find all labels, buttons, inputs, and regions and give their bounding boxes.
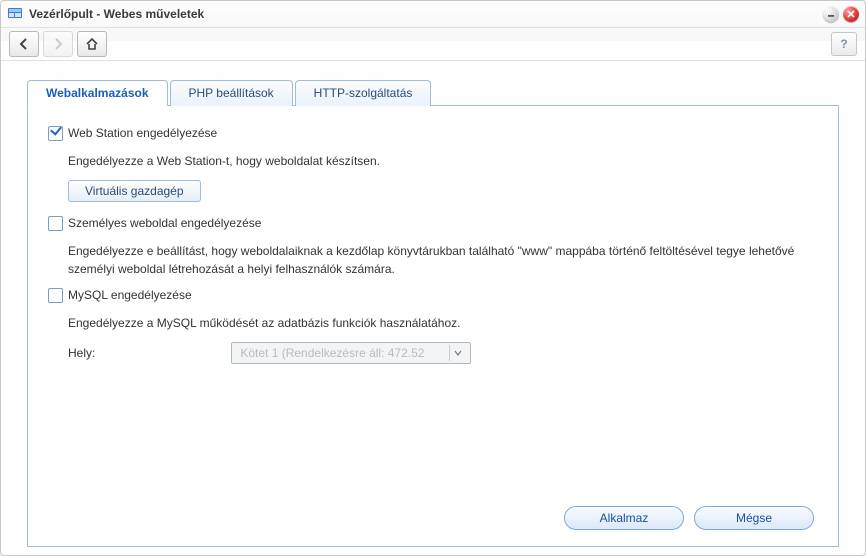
tab-php-settings[interactable]: PHP beállítások xyxy=(170,80,293,106)
label-personal-site: Személyes weboldal engedélyezése xyxy=(68,216,261,230)
window-controls xyxy=(823,6,859,22)
option-mysql: MySQL engedélyezése xyxy=(48,288,818,306)
option-personal-site: Személyes weboldal engedélyezése xyxy=(48,216,818,234)
help-button[interactable]: ? xyxy=(831,32,857,56)
window: Vezérlőpult - Webes műveletek ? xyxy=(0,0,866,556)
cancel-button[interactable]: Mégse xyxy=(694,506,814,530)
content: Webalkalmazások PHP beállítások HTTP-szo… xyxy=(1,61,865,555)
desc-webstation: Engedélyezze a Web Station-t, hogy webol… xyxy=(68,152,818,170)
tab-http-service[interactable]: HTTP-szolgáltatás xyxy=(295,80,432,106)
label-location: Hely: xyxy=(68,346,228,360)
forward-button[interactable] xyxy=(43,31,73,57)
tab-webapps[interactable]: Webalkalmazások xyxy=(27,80,168,106)
back-button[interactable] xyxy=(9,31,39,57)
window-title: Vezérlőpult - Webes műveletek xyxy=(29,7,823,21)
button-label: Virtuális gazdagép xyxy=(85,184,184,198)
button-label: Alkalmaz xyxy=(600,511,649,525)
mysql-location-row: Hely: Kötet 1 (Rendelkezésre áll: 472.52 xyxy=(68,342,818,364)
help-icon: ? xyxy=(840,37,847,51)
location-value: Kötet 1 (Rendelkezésre áll: 472.52 xyxy=(240,346,449,360)
checkbox-mysql[interactable] xyxy=(48,288,63,303)
home-button[interactable] xyxy=(77,31,107,57)
virtual-host-button[interactable]: Virtuális gazdagép xyxy=(68,180,201,202)
label-mysql: MySQL engedélyezése xyxy=(68,288,192,302)
option-webstation: Web Station engedélyezése xyxy=(48,126,818,144)
tab-label: PHP beállítások xyxy=(189,86,274,100)
desc-personal-site: Engedélyezze e beállítást, hogy weboldal… xyxy=(68,242,818,278)
titlebar: Vezérlőpult - Webes műveletek xyxy=(1,1,865,28)
location-select: Kötet 1 (Rendelkezésre áll: 472.52 xyxy=(231,342,471,364)
desc-mysql: Engedélyezze a MySQL működését az adatbá… xyxy=(68,314,818,332)
checkbox-webstation[interactable] xyxy=(48,126,63,141)
tab-label: HTTP-szolgáltatás xyxy=(314,86,413,100)
tabstrip: Webalkalmazások PHP beállítások HTTP-szo… xyxy=(27,79,839,105)
minimize-button[interactable] xyxy=(823,6,839,22)
button-label: Mégse xyxy=(736,511,772,525)
tab-label: Webalkalmazások xyxy=(46,86,149,100)
app-icon xyxy=(7,6,23,22)
apply-button[interactable]: Alkalmaz xyxy=(564,506,684,530)
label-webstation: Web Station engedélyezése xyxy=(68,126,217,140)
toolbar: ? xyxy=(1,28,865,61)
close-button[interactable] xyxy=(843,6,859,22)
tab-panel: Web Station engedélyezése Engedélyezze a… xyxy=(27,105,839,547)
footer: Alkalmaz Mégse xyxy=(48,496,818,534)
checkbox-personal-site[interactable] xyxy=(48,216,63,231)
chevron-down-icon xyxy=(449,345,466,361)
